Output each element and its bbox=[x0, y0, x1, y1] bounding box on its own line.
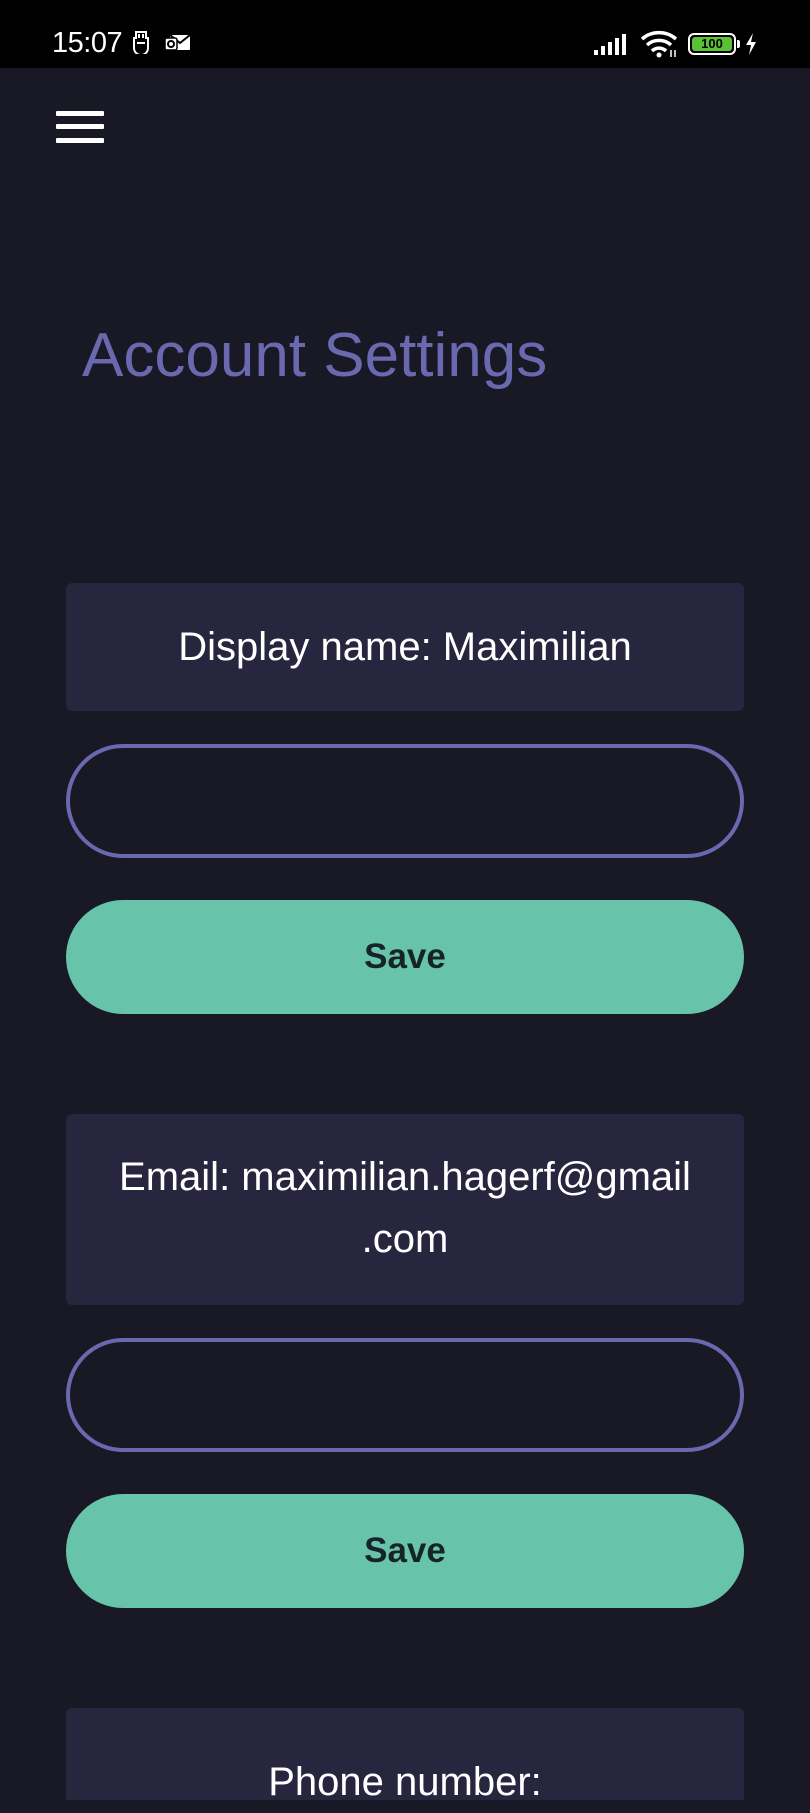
email-card: Email: maximilian.hagerf@gmail .com bbox=[66, 1114, 744, 1305]
email-input[interactable] bbox=[66, 1338, 744, 1452]
status-bar: 15:07 100 bbox=[0, 0, 810, 68]
email-label-line2: .com bbox=[361, 1217, 449, 1261]
display-name-label: Display name: Maximilian bbox=[178, 625, 632, 669]
status-time: 15:07 bbox=[52, 27, 123, 59]
usb-icon bbox=[133, 31, 149, 54]
battery-level: 100 bbox=[692, 37, 732, 51]
page-title: Account Settings bbox=[82, 321, 548, 390]
mail-notification-icon bbox=[164, 34, 191, 51]
phone-card: Phone number: bbox=[66, 1708, 744, 1804]
display-name-input[interactable] bbox=[66, 744, 744, 858]
wifi-icon bbox=[640, 31, 678, 58]
display-name-save-button[interactable]: Save bbox=[66, 900, 744, 1014]
display-name-card: Display name: Maximilian bbox=[66, 583, 744, 711]
battery-icon: 100 bbox=[688, 33, 736, 55]
hamburger-menu-icon[interactable] bbox=[56, 108, 104, 146]
signal-icon bbox=[594, 34, 626, 55]
email-save-button[interactable]: Save bbox=[66, 1494, 744, 1608]
email-label-line1: Email: maximilian.hagerf@gmail bbox=[119, 1155, 691, 1199]
charging-icon bbox=[746, 33, 756, 55]
phone-label: Phone number: bbox=[268, 1760, 542, 1804]
battery-tip bbox=[737, 40, 740, 48]
